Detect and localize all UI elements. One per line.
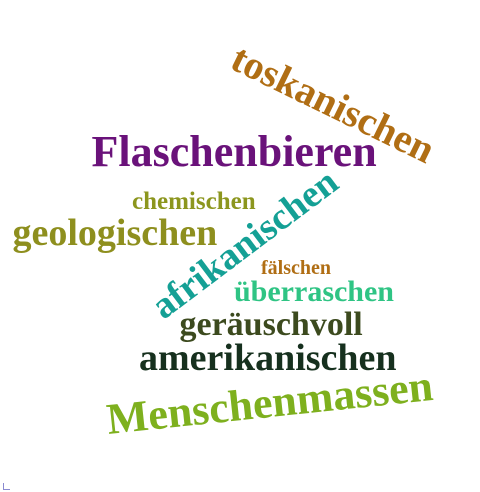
- word-ueberraschen: überraschen: [234, 275, 394, 308]
- word-chemischen: chemischen: [132, 187, 256, 215]
- word-flaschenbieren: Flaschenbieren: [91, 127, 377, 176]
- word-cloud: toskanischen Flaschenbieren chemischen g…: [0, 0, 480, 492]
- corner-mark: [3, 483, 10, 490]
- word-geologischen: geologischen: [12, 212, 218, 254]
